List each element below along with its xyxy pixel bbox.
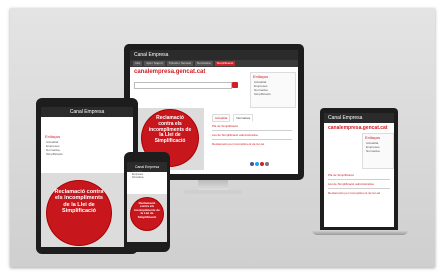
sidebar-item-normativa[interactable]: Normativa bbox=[129, 176, 165, 179]
desktop-nav-bar: Inici Ajut i Suport Tràmits i Serveis No… bbox=[130, 60, 298, 67]
desktop-sidebar: Enllaços Actualitat Empreses Normativa S… bbox=[250, 72, 296, 108]
divider bbox=[212, 139, 292, 140]
product-mockup-scene: Canal Empresa Inici Ajut i Suport Tràmit… bbox=[0, 0, 445, 275]
laptop-lid: Canal Empresa canalempresa.gencat.cat En… bbox=[320, 108, 398, 230]
laptop-content-list: Pla de Simplificació Llei de Simplificac… bbox=[328, 173, 390, 195]
content-line[interactable]: Llei de Simplificació administrativa bbox=[212, 133, 292, 137]
tablet-device: Canal Empresa Enllaços Actualitat Empres… bbox=[36, 98, 138, 254]
sidebar-item-simplificacio[interactable]: Simplificació bbox=[43, 152, 93, 156]
desktop-content-tabs: Actualitat Normativa bbox=[212, 114, 254, 122]
content-line[interactable]: Pla de Simplificació bbox=[328, 173, 390, 177]
desktop-content-list: Pla de Simplificació Llei de Simplificac… bbox=[212, 124, 292, 146]
content-line[interactable]: Llei de Simplificació administrativa bbox=[328, 182, 390, 186]
laptop-brand[interactable]: canalempresa.gencat.cat bbox=[324, 123, 394, 133]
tablet-sidebar: Enllaços Actualitat Empreses Normativa S… bbox=[43, 133, 93, 167]
laptop-base bbox=[312, 230, 408, 235]
sidebar-heading: Enllaços bbox=[253, 74, 269, 79]
content-line[interactable]: Reclamació per incompliment de la Llei bbox=[328, 191, 390, 195]
divider bbox=[328, 188, 390, 189]
phone-screen: Canal Empresa Actualitat Empreses Normat… bbox=[127, 162, 167, 242]
desktop-site-title: Canal Empresa bbox=[130, 50, 298, 60]
content-tab-actualitat[interactable]: Actualitat bbox=[212, 114, 231, 122]
content-line[interactable]: Reclamació per incompliment de la Llei bbox=[212, 142, 292, 146]
nav-tab-normativa[interactable]: Normativa bbox=[194, 61, 213, 66]
tablet-screen: Canal Empresa Enllaços Actualitat Empres… bbox=[41, 107, 133, 247]
sidebar-heading: Enllaços bbox=[45, 134, 61, 139]
phone-menu: Actualitat Empreses Normativa bbox=[129, 170, 165, 179]
laptop-site-title: Canal Empresa bbox=[324, 113, 394, 123]
sidebar-heading: Enllaços bbox=[365, 135, 381, 140]
content-tab-normativa[interactable]: Normativa bbox=[233, 114, 254, 122]
desktop-search-input[interactable] bbox=[134, 82, 232, 89]
content-line[interactable]: Pla de Simplificació bbox=[212, 124, 292, 128]
desktop-base bbox=[184, 190, 242, 194]
search-icon[interactable] bbox=[232, 82, 238, 88]
tablet-site-title: Canal Empresa bbox=[41, 107, 133, 117]
hero-headline: Reclamació contra els incompliments de l… bbox=[148, 115, 192, 144]
sidebar-item-simplificacio[interactable]: Simplificació bbox=[251, 92, 295, 96]
sidebar-item-normativa[interactable]: Normativa bbox=[363, 149, 393, 153]
tablet-hero-banner[interactable]: Reclamació contra els incompliments de l… bbox=[41, 173, 133, 247]
laptop-screen: Canal Empresa canalempresa.gencat.cat En… bbox=[324, 113, 394, 227]
share-icon[interactable] bbox=[250, 162, 269, 166]
phone-device: Canal Empresa Actualitat Empreses Normat… bbox=[124, 152, 170, 252]
divider bbox=[212, 130, 292, 131]
nav-tab-tramits[interactable]: Tràmits i Serveis bbox=[166, 61, 193, 66]
laptop-sidebar: Enllaços Actualitat Empreses Normativa bbox=[362, 133, 394, 169]
nav-tab-simplificacio[interactable]: Simplificació bbox=[214, 61, 236, 66]
hero-headline: Reclamació contra els incompliments de l… bbox=[134, 201, 160, 219]
hero-headline: Reclamació contra els incompliments de l… bbox=[54, 189, 104, 214]
nav-tab-inici[interactable]: Inici bbox=[133, 61, 143, 66]
divider bbox=[328, 179, 390, 180]
phone-hero-banner[interactable]: Reclamació contra els incompliments de l… bbox=[127, 194, 167, 242]
nav-tab-ajut[interactable]: Ajut i Suport bbox=[144, 61, 165, 66]
